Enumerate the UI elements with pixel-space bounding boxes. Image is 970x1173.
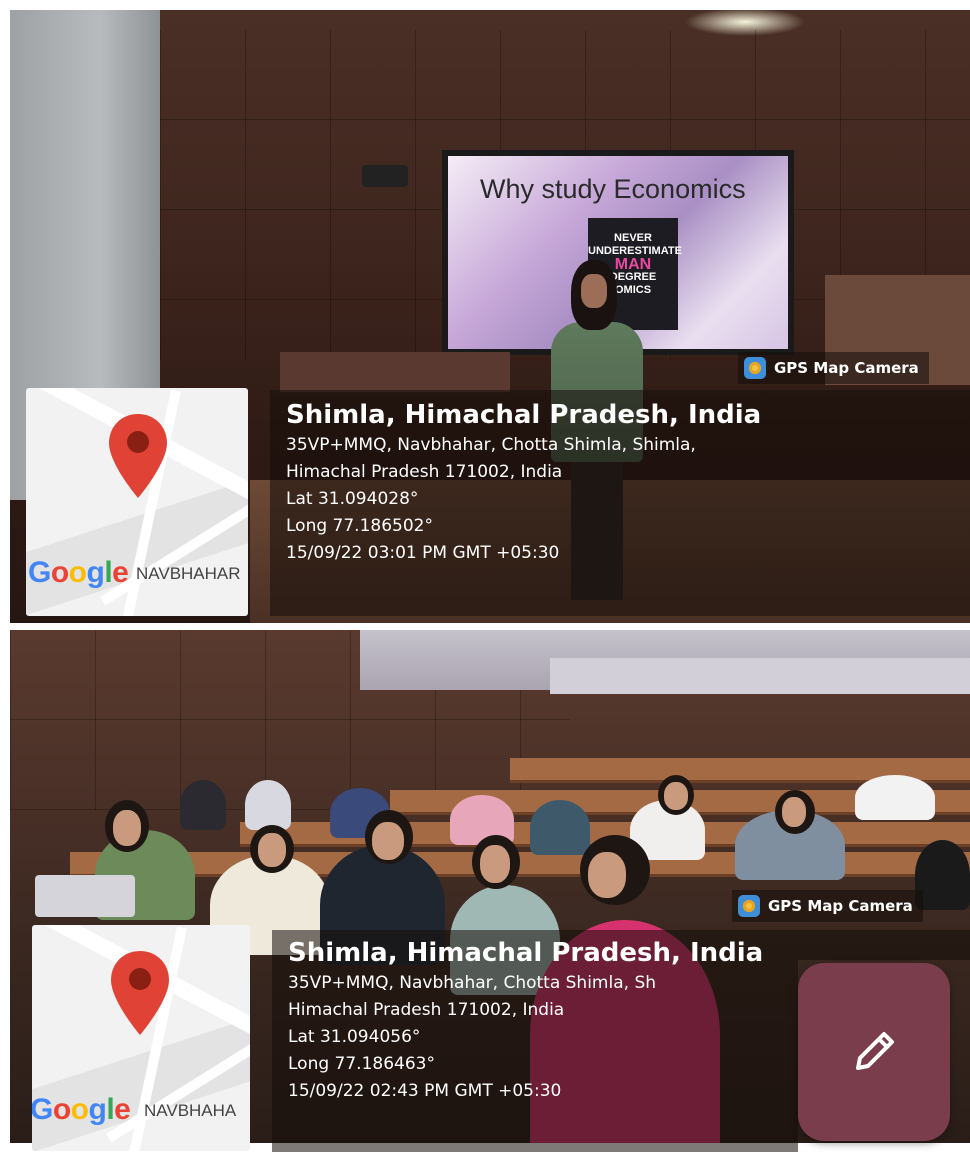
map-area-label: NAVBHAHAR bbox=[136, 564, 241, 583]
pencil-icon bbox=[856, 1032, 894, 1070]
longitude: Long 77.186502° bbox=[286, 516, 433, 536]
timestamp: 15/09/22 02:43 PM GMT +05:30 bbox=[288, 1081, 562, 1101]
address-line-1: 35VP+MMQ, Navbhahar, Chotta Shimla, Shim… bbox=[286, 435, 696, 455]
gps-badge-label: GPS Map Camera bbox=[774, 359, 919, 377]
audience-member bbox=[530, 800, 590, 855]
location-pin-icon bbox=[109, 414, 167, 498]
audience-member bbox=[855, 775, 935, 820]
location-title: Shimla, Himachal Pradesh, India bbox=[286, 400, 762, 430]
address-line-2: Himachal Pradesh 171002, India bbox=[288, 1000, 565, 1020]
location-info-panel: Shimla, Himachal Pradesh, India 35VP+MMQ… bbox=[272, 930, 798, 1152]
gps-badge-label: GPS Map Camera bbox=[768, 897, 913, 915]
map-thumbnail: Google NAVBHAHAR bbox=[26, 388, 248, 616]
longitude: Long 77.186463° bbox=[288, 1054, 435, 1074]
book-line: NEVER bbox=[614, 232, 652, 244]
gps-map-camera-badge: GPS Map Camera bbox=[732, 890, 923, 922]
gps-camera-app-icon bbox=[738, 895, 760, 917]
laptop bbox=[35, 875, 135, 917]
google-logo: Google bbox=[32, 1093, 131, 1126]
gps-map-camera-badge: GPS Map Camera bbox=[738, 352, 929, 384]
conference-camera bbox=[362, 165, 408, 187]
location-pin-icon bbox=[111, 951, 169, 1035]
info-panel-extension bbox=[798, 930, 970, 960]
latitude: Lat 31.094056° bbox=[288, 1027, 421, 1047]
edit-button[interactable] bbox=[798, 963, 950, 1141]
ceiling-soffit bbox=[550, 658, 970, 694]
google-logo: Google bbox=[28, 556, 129, 589]
map-area-label: NAVBHAHA bbox=[144, 1101, 237, 1120]
slide-title: Why study Economics bbox=[480, 174, 746, 204]
gps-camera-app-icon bbox=[744, 357, 766, 379]
address-line-1: 35VP+MMQ, Navbhahar, Chotta Shimla, Sh bbox=[288, 973, 657, 993]
audience-member bbox=[180, 780, 226, 830]
audience-member bbox=[915, 840, 970, 910]
location-info-panel: Shimla, Himachal Pradesh, India 35VP+MMQ… bbox=[270, 390, 970, 616]
podium bbox=[280, 352, 510, 392]
latitude: Lat 31.094028° bbox=[286, 489, 419, 509]
audience-member bbox=[245, 780, 291, 830]
map-thumbnail: Google NAVBHAHA bbox=[32, 925, 250, 1151]
location-title: Shimla, Himachal Pradesh, India bbox=[288, 938, 764, 968]
timestamp: 15/09/22 03:01 PM GMT +05:30 bbox=[286, 543, 560, 563]
address-line-2: Himachal Pradesh 171002, India bbox=[286, 462, 563, 482]
